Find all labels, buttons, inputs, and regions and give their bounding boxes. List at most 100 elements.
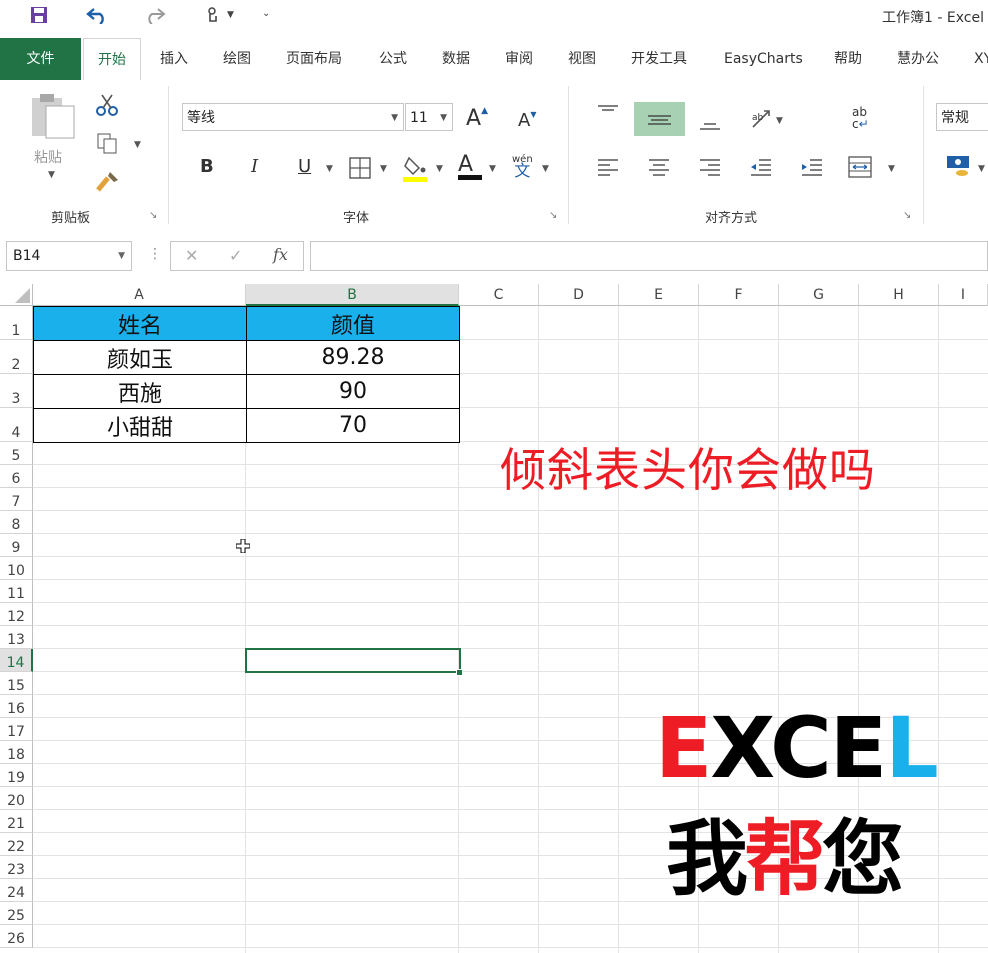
- row-header-21[interactable]: 21: [0, 810, 33, 833]
- borders-icon[interactable]: [349, 157, 371, 184]
- row-header-3[interactable]: 3: [0, 374, 33, 408]
- tab-help[interactable]: 帮助: [834, 38, 862, 80]
- column-header-a[interactable]: A: [33, 284, 246, 306]
- orientation-dropdown-icon[interactable]: ▼: [776, 116, 783, 126]
- row-header-12[interactable]: 12: [0, 603, 33, 626]
- row-header-7[interactable]: 7: [0, 488, 33, 511]
- row-header-5[interactable]: 5: [0, 442, 33, 465]
- font-launcher-icon[interactable]: ↘: [549, 210, 557, 221]
- row-header-9[interactable]: 9: [0, 534, 33, 557]
- row-header-4[interactable]: 4: [0, 408, 33, 442]
- paste-label[interactable]: 粘贴: [34, 147, 62, 167]
- column-header-e[interactable]: E: [619, 284, 699, 306]
- cell-b4[interactable]: 70: [246, 408, 460, 443]
- row-header-13[interactable]: 13: [0, 626, 33, 649]
- row-header-11[interactable]: 11: [0, 580, 33, 603]
- formula-input[interactable]: [310, 241, 988, 271]
- redo-icon[interactable]: [144, 6, 166, 29]
- cell-a2[interactable]: 颜如玉: [33, 340, 247, 375]
- font-color-icon[interactable]: A: [458, 152, 482, 180]
- column-header-d[interactable]: D: [539, 284, 619, 306]
- row-header-1[interactable]: 1: [0, 306, 33, 340]
- italic-button[interactable]: I: [251, 156, 258, 177]
- customize-qat-icon[interactable]: ⌄: [262, 8, 270, 19]
- tab-xy[interactable]: XY: [974, 38, 988, 80]
- font-size-combo[interactable]: 11 ▼: [405, 103, 453, 131]
- clipboard-launcher-icon[interactable]: ↘: [149, 210, 157, 221]
- row-header-10[interactable]: 10: [0, 557, 33, 580]
- merge-center-icon[interactable]: [848, 156, 872, 183]
- column-header-h[interactable]: H: [859, 284, 939, 306]
- insert-function-icon[interactable]: fx: [273, 245, 288, 264]
- font-name-combo[interactable]: 等线 ▼: [182, 103, 404, 131]
- formula-bar-grip-icon[interactable]: ⋮: [148, 246, 162, 262]
- save-icon[interactable]: [30, 6, 48, 29]
- row-header-19[interactable]: 19: [0, 764, 33, 787]
- fill-color-icon[interactable]: [403, 154, 429, 187]
- select-all-corner[interactable]: [0, 284, 33, 306]
- column-header-f[interactable]: F: [699, 284, 779, 306]
- row-header-15[interactable]: 15: [0, 672, 33, 695]
- accounting-format-icon[interactable]: [946, 154, 972, 183]
- touch-dropdown-icon[interactable]: ▼: [227, 10, 234, 20]
- phonetic-dropdown-icon[interactable]: ▼: [542, 164, 549, 174]
- copy-icon[interactable]: [96, 132, 118, 159]
- copy-dropdown-icon[interactable]: ▼: [134, 140, 141, 150]
- merge-dropdown-icon[interactable]: ▼: [888, 164, 895, 174]
- align-bottom-icon[interactable]: [698, 116, 722, 137]
- touch-mode-icon[interactable]: [204, 6, 222, 31]
- enter-icon[interactable]: ✓: [229, 246, 242, 265]
- cell-a3[interactable]: 西施: [33, 374, 247, 409]
- format-painter-icon[interactable]: [96, 170, 120, 197]
- cell-b3[interactable]: 90: [246, 374, 460, 409]
- increase-font-size-icon[interactable]: A▲: [466, 106, 488, 131]
- tab-view[interactable]: 视图: [568, 38, 596, 80]
- decrease-indent-icon[interactable]: [749, 158, 773, 183]
- tab-easycharts[interactable]: EasyCharts: [724, 38, 803, 80]
- row-header-6[interactable]: 6: [0, 465, 33, 488]
- tab-file[interactable]: 文件: [0, 38, 81, 80]
- column-header-g[interactable]: G: [779, 284, 859, 306]
- row-header-18[interactable]: 18: [0, 741, 33, 764]
- row-header-14[interactable]: 14: [0, 649, 33, 672]
- align-left-icon[interactable]: [596, 158, 620, 183]
- row-header-2[interactable]: 2: [0, 340, 33, 374]
- tab-page-layout[interactable]: 页面布局: [286, 38, 342, 80]
- accounting-dropdown-icon[interactable]: ▼: [978, 164, 985, 174]
- underline-dropdown-icon[interactable]: ▼: [326, 164, 333, 174]
- tab-review[interactable]: 审阅: [505, 38, 533, 80]
- increase-indent-icon[interactable]: [800, 158, 824, 183]
- align-center-icon[interactable]: [647, 158, 671, 183]
- column-header-c[interactable]: C: [459, 284, 539, 306]
- phonetic-guide-icon[interactable]: wén 文: [512, 154, 533, 179]
- row-header-20[interactable]: 20: [0, 787, 33, 810]
- fill-handle[interactable]: [456, 669, 463, 676]
- row-header-26[interactable]: 26: [0, 925, 33, 948]
- cell-b1[interactable]: 颜值: [246, 306, 460, 341]
- orientation-icon[interactable]: ab: [750, 108, 772, 135]
- cell-a1[interactable]: 姓名: [33, 306, 247, 341]
- fill-color-dropdown-icon[interactable]: ▼: [436, 164, 443, 174]
- chevron-down-icon[interactable]: ▼: [440, 104, 447, 132]
- paste-icon[interactable]: [30, 92, 76, 145]
- tab-developer[interactable]: 开发工具: [631, 38, 687, 80]
- tab-huibangong[interactable]: 慧办公: [897, 38, 939, 80]
- row-header-17[interactable]: 17: [0, 718, 33, 741]
- wrap-text-icon[interactable]: ab c↵: [852, 106, 869, 130]
- name-box[interactable]: B14 ▼: [6, 241, 132, 271]
- cell-b2[interactable]: 89.28: [246, 340, 460, 375]
- underline-button[interactable]: U: [298, 156, 311, 177]
- align-right-icon[interactable]: [698, 158, 722, 183]
- cut-icon[interactable]: [96, 94, 118, 121]
- column-header-i[interactable]: I: [939, 284, 988, 306]
- row-header-25[interactable]: 25: [0, 902, 33, 925]
- undo-icon[interactable]: [86, 6, 108, 29]
- number-format-combo[interactable]: 常规: [936, 103, 988, 131]
- borders-dropdown-icon[interactable]: ▼: [380, 164, 387, 174]
- cell-a4[interactable]: 小甜甜: [33, 408, 247, 443]
- worksheet-grid[interactable]: ABCDEFGHI 1 2 3 4 5 6 7 8 9 10 11 12 13 14 15 16 17 18 19 2…: [0, 284, 988, 953]
- alignment-launcher-icon[interactable]: ↘: [903, 210, 911, 221]
- chevron-down-icon[interactable]: ▼: [391, 104, 398, 132]
- tab-draw[interactable]: 绘图: [223, 38, 251, 80]
- row-header-16[interactable]: 16: [0, 695, 33, 718]
